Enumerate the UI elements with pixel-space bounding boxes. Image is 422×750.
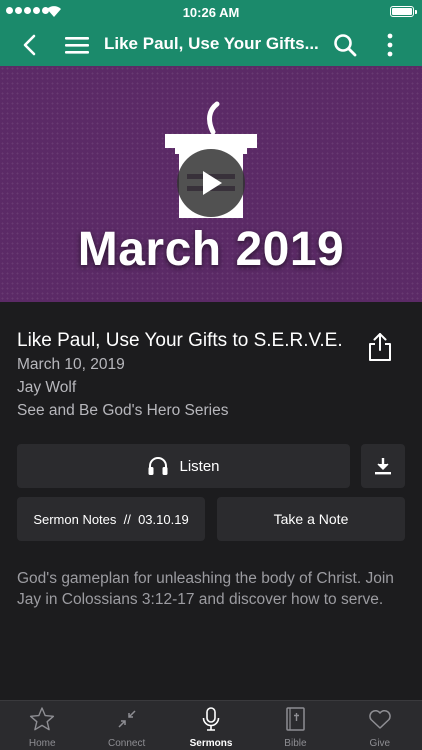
- back-arrow-icon[interactable]: [18, 32, 44, 58]
- listen-label: Listen: [179, 457, 220, 475]
- status-time: 10:26 AM: [182, 4, 240, 20]
- tab-sermons-label: Sermons: [189, 738, 233, 749]
- sermon-video-thumbnail[interactable]: March 2019: [0, 66, 422, 302]
- download-icon: [375, 458, 391, 475]
- take-a-note-label: Take a Note: [273, 511, 349, 527]
- status-bar: 10:26 AM: [0, 0, 422, 24]
- hamburger-menu-icon[interactable]: [64, 32, 90, 58]
- sermon-series[interactable]: See and Be God's Hero Series: [17, 402, 228, 420]
- sermon-notes-label: Sermon Notes // 03.10.19: [33, 511, 189, 527]
- battery-icon: [390, 6, 417, 17]
- tab-give[interactable]: Give: [338, 701, 422, 750]
- download-button[interactable]: [361, 444, 405, 488]
- tab-give-label: Give: [369, 738, 391, 749]
- play-button[interactable]: [177, 149, 245, 217]
- take-a-note-button[interactable]: Take a Note: [217, 497, 405, 541]
- more-options-icon[interactable]: [378, 32, 402, 58]
- nav-bar: Like Paul, Use Your Gifts...: [0, 24, 422, 66]
- tab-bible[interactable]: Bible: [253, 701, 337, 750]
- wifi-icon: [47, 6, 61, 17]
- tab-home[interactable]: Home: [0, 701, 84, 750]
- signal-strength-icon: [6, 7, 49, 14]
- play-icon: [203, 171, 222, 195]
- hero-title: March 2019: [77, 223, 345, 276]
- tab-home-label: Home: [28, 738, 56, 749]
- search-icon[interactable]: [332, 32, 358, 58]
- tab-sermons[interactable]: Sermons: [169, 701, 253, 750]
- connect-icon: [118, 710, 136, 728]
- sermon-title: Like Paul, Use Your Gifts to S.E.R.V.E.: [17, 330, 343, 351]
- listen-button[interactable]: Listen: [17, 444, 350, 488]
- page-title: Like Paul, Use Your Gifts...: [104, 34, 319, 53]
- tab-bible-label: Bible: [284, 738, 307, 749]
- star-icon: [30, 707, 55, 731]
- sermon-details: Like Paul, Use Your Gifts to S.E.R.V.E. …: [0, 302, 422, 700]
- tab-connect[interactable]: Connect: [84, 701, 168, 750]
- share-icon[interactable]: [366, 332, 394, 362]
- sermon-date: March 10, 2019: [17, 356, 125, 373]
- microphone-icon: [202, 707, 220, 731]
- tab-bar: Home Connect Sermons Bible Give: [0, 700, 422, 750]
- sermon-speaker[interactable]: Jay Wolf: [17, 379, 76, 397]
- heart-icon: [369, 709, 391, 729]
- tab-connect-label: Connect: [107, 738, 146, 749]
- headphones-icon: [148, 457, 168, 475]
- bible-icon: [286, 707, 306, 731]
- sermon-description: God's gameplan for unleashing the body o…: [17, 570, 394, 608]
- sermon-notes-button[interactable]: Sermon Notes // 03.10.19: [17, 497, 205, 541]
